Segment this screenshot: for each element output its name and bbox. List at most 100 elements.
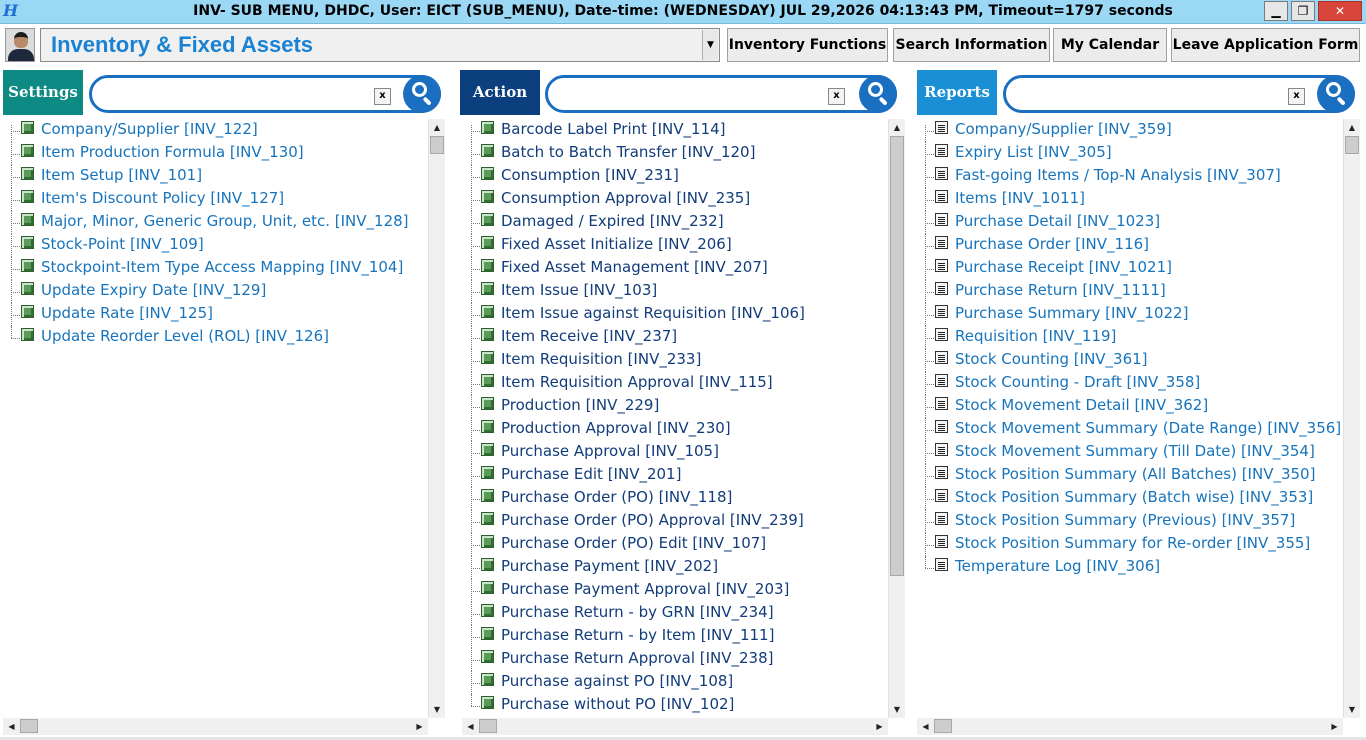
action-menu-item[interactable]: Purchase Approval [INV_105] [471,441,886,464]
reports-menu-item-label[interactable]: Purchase Return [INV_1111] [955,281,1166,299]
reports-menu-item-label[interactable]: Fast-going Items / Top-N Analysis [INV_3… [955,166,1281,184]
scroll-up-icon[interactable]: ▲ [429,119,445,136]
action-menu-item-label[interactable]: Purchase Return Approval [INV_238] [501,649,774,667]
action-menu-item-label[interactable]: Purchase without PO [INV_102] [501,695,734,713]
action-menu-item[interactable]: Purchase Payment [INV_202] [471,556,886,579]
reports-menu-item-label[interactable]: Stock Movement Summary (Date Range) [INV… [955,419,1341,437]
settings-menu-item-label[interactable]: Stock-Point [INV_109] [41,235,204,253]
reports-menu-item[interactable]: Items [INV_1011] [925,188,1340,211]
action-search-input[interactable] [556,82,826,106]
action-menu-item-label[interactable]: Item Requisition [INV_233] [501,350,701,368]
action-menu-item-label[interactable]: Consumption Approval [INV_235] [501,189,750,207]
scroll-down-icon[interactable]: ▼ [1344,701,1360,718]
action-menu-item[interactable]: Fixed Asset Initialize [INV_206] [471,234,886,257]
action-menu-item[interactable]: Barcode Label Print [INV_114] [471,119,886,142]
reports-menu-item[interactable]: Fast-going Items / Top-N Analysis [INV_3… [925,165,1340,188]
reports-menu-item-label[interactable]: Stock Position Summary (Batch wise) [INV… [955,488,1313,506]
settings-horizontal-scrollbar[interactable]: ◀ ▶ [3,718,428,735]
scroll-right-icon[interactable]: ▶ [1326,718,1343,735]
action-menu-item[interactable]: Consumption Approval [INV_235] [471,188,886,211]
reports-menu-item[interactable]: Purchase Order [INV_116] [925,234,1340,257]
action-menu-item-label[interactable]: Fixed Asset Initialize [INV_206] [501,235,732,253]
settings-menu-item[interactable]: Update Rate [INV_125] [11,303,426,326]
scroll-left-icon[interactable]: ◀ [917,718,934,735]
action-menu-item-label[interactable]: Purchase Edit [INV_201] [501,465,681,483]
settings-menu-item[interactable]: Item's Discount Policy [INV_127] [11,188,426,211]
action-menu-item-label[interactable]: Production Approval [INV_230] [501,419,731,437]
reports-menu-item[interactable]: Stock Counting - Draft [INV_358] [925,372,1340,395]
maximize-button[interactable]: ❐ [1291,1,1315,21]
close-button[interactable]: ✕ [1318,1,1362,21]
settings-menu-item-label[interactable]: Stockpoint-Item Type Access Mapping [INV… [41,258,403,276]
action-menu-item[interactable]: Purchase Payment Approval [INV_203] [471,579,886,602]
action-menu-item[interactable]: Purchase against PO [INV_108] [471,671,886,694]
settings-menu-item-label[interactable]: Update Expiry Date [INV_129] [41,281,266,299]
action-vertical-scrollbar[interactable]: ▲ ▼ [888,119,905,718]
action-menu-item[interactable]: Item Requisition Approval [INV_115] [471,372,886,395]
action-menu-item-label[interactable]: Purchase Approval [INV_105] [501,442,719,460]
scroll-thumb[interactable] [430,136,444,154]
reports-menu-item[interactable]: Stock Position Summary (All Batches) [IN… [925,464,1340,487]
reports-menu-item-label[interactable]: Items [INV_1011] [955,189,1085,207]
reports-menu-item-label[interactable]: Purchase Receipt [INV_1021] [955,258,1172,276]
minimize-button[interactable]: ▁ [1264,1,1288,21]
reports-menu-item-label[interactable]: Stock Position Summary for Re-order [INV… [955,534,1310,552]
inventory-functions-button[interactable]: Inventory Functions [727,28,888,62]
settings-menu-item[interactable]: Major, Minor, Generic Group, Unit, etc. … [11,211,426,234]
scroll-left-icon[interactable]: ◀ [3,718,20,735]
settings-menu-item[interactable]: Update Reorder Level (ROL) [INV_126] [11,326,426,349]
reports-menu-item-label[interactable]: Purchase Summary [INV_1022] [955,304,1188,322]
settings-vertical-scrollbar[interactable]: ▲ ▼ [428,119,445,718]
settings-search-input[interactable] [100,82,370,106]
action-horizontal-scrollbar[interactable]: ◀ ▶ [462,718,888,735]
action-menu-item-label[interactable]: Purchase Order (PO) [INV_118] [501,488,732,506]
reports-search-input[interactable] [1014,82,1284,106]
reports-menu-item-label[interactable]: Purchase Order [INV_116] [955,235,1149,253]
action-menu-item-label[interactable]: Purchase Payment [INV_202] [501,557,718,575]
action-menu-item[interactable]: Purchase Return - by GRN [INV_234] [471,602,886,625]
reports-search-clear-button[interactable]: x [1288,88,1305,105]
chevron-down-icon[interactable]: ▼ [702,30,718,60]
settings-menu-item-label[interactable]: Major, Minor, Generic Group, Unit, etc. … [41,212,409,230]
reports-menu-item-label[interactable]: Stock Position Summary (All Batches) [IN… [955,465,1315,483]
settings-menu-item-label[interactable]: Item Setup [INV_101] [41,166,202,184]
action-menu-item-label[interactable]: Purchase against PO [INV_108] [501,672,733,690]
action-menu-item[interactable]: Production [INV_229] [471,395,886,418]
action-menu-item[interactable]: Purchase without PO [INV_102] [471,694,886,717]
reports-horizontal-scrollbar[interactable]: ◀ ▶ [917,718,1343,735]
action-search-button[interactable] [859,75,897,113]
action-menu-item[interactable]: Purchase Return Approval [INV_238] [471,648,886,671]
action-menu-item[interactable]: Batch to Batch Transfer [INV_120] [471,142,886,165]
reports-menu-item[interactable]: Purchase Receipt [INV_1021] [925,257,1340,280]
reports-menu-item-label[interactable]: Purchase Detail [INV_1023] [955,212,1160,230]
action-menu-item[interactable]: Item Requisition [INV_233] [471,349,886,372]
action-menu-item[interactable]: Purchase Order (PO) Edit [INV_107] [471,533,886,556]
scroll-right-icon[interactable]: ▶ [871,718,888,735]
reports-menu-item-label[interactable]: Temperature Log [INV_306] [955,557,1160,575]
reports-menu-item[interactable]: Stock Movement Summary (Till Date) [INV_… [925,441,1340,464]
scroll-thumb[interactable] [479,719,497,733]
my-calendar-button[interactable]: My Calendar [1053,28,1167,62]
reports-menu-item[interactable]: Stock Movement Detail [INV_362] [925,395,1340,418]
settings-search-button[interactable] [403,75,441,113]
reports-menu-item-label[interactable]: Company/Supplier [INV_359] [955,120,1172,138]
action-search-clear-button[interactable]: x [828,88,845,105]
action-menu-item[interactable]: Production Approval [INV_230] [471,418,886,441]
action-menu-item-label[interactable]: Production [INV_229] [501,396,659,414]
reports-menu-item[interactable]: Stock Position Summary (Batch wise) [INV… [925,487,1340,510]
reports-menu-item[interactable]: Purchase Return [INV_1111] [925,280,1340,303]
reports-menu-item[interactable]: Purchase Detail [INV_1023] [925,211,1340,234]
scroll-left-icon[interactable]: ◀ [462,718,479,735]
action-menu-item[interactable]: Item Issue [INV_103] [471,280,886,303]
action-menu-item[interactable]: Purchase Order (PO) [INV_118] [471,487,886,510]
reports-menu-item[interactable]: Stock Position Summary for Re-order [INV… [925,533,1340,556]
user-avatar[interactable] [5,28,35,62]
action-menu-item-label[interactable]: Purchase Payment Approval [INV_203] [501,580,789,598]
action-menu-item[interactable]: Consumption [INV_231] [471,165,886,188]
reports-menu-item[interactable]: Stock Position Summary (Previous) [INV_3… [925,510,1340,533]
settings-menu-item-label[interactable]: Item Production Formula [INV_130] [41,143,304,161]
settings-menu-item[interactable]: Item Setup [INV_101] [11,165,426,188]
settings-menu-item[interactable]: Stock-Point [INV_109] [11,234,426,257]
reports-menu-item[interactable]: Company/Supplier [INV_359] [925,119,1340,142]
reports-menu-item-label[interactable]: Stock Movement Detail [INV_362] [955,396,1208,414]
